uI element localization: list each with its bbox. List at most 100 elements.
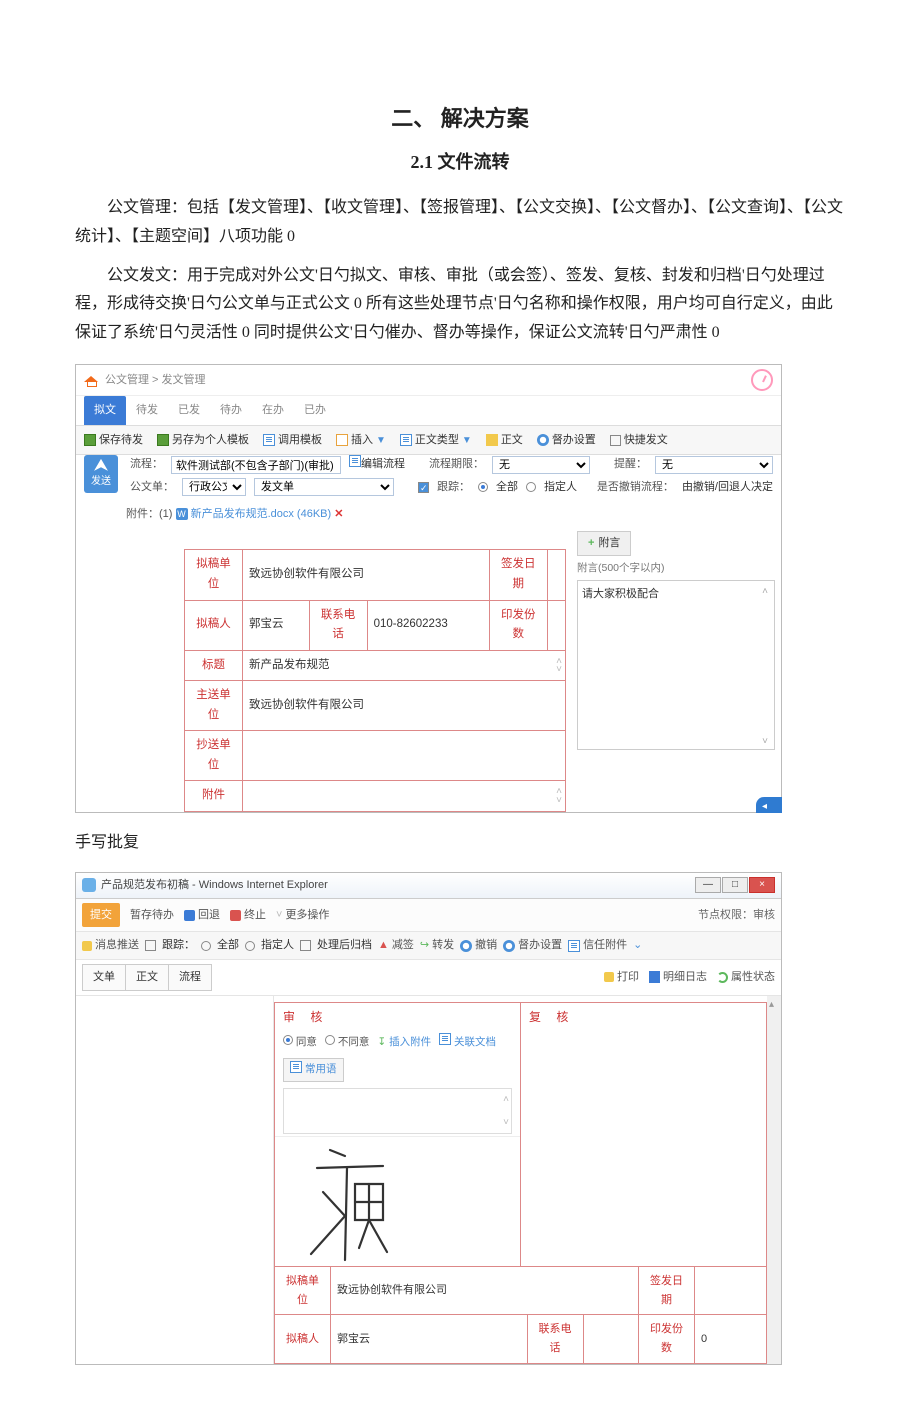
save-wait-button[interactable]: 暂存待办	[130, 906, 174, 925]
transfer-button[interactable]: ↪转发	[420, 936, 454, 955]
tab-doc-sheet[interactable]: 文单	[82, 964, 126, 991]
doc-icon	[439, 1033, 451, 1045]
body-button[interactable]: 正文	[486, 431, 523, 450]
title-label: 标题	[185, 650, 243, 681]
print-button[interactable]: 打印	[604, 968, 639, 987]
expand-toggle-icon[interactable]: ⌄	[633, 936, 642, 955]
body-type-button[interactable]: 正文类型▼	[400, 431, 472, 450]
sound-icon[interactable]	[756, 797, 782, 813]
stop-button[interactable]: 终止	[230, 906, 266, 925]
tab-pending-handle[interactable]: 待办	[210, 396, 252, 425]
home-icon[interactable]	[84, 373, 99, 386]
save-as-template-button[interactable]: 另存为个人模板	[157, 431, 249, 450]
breadcrumb: 公文管理 > 发文管理	[105, 371, 206, 390]
tab-draft[interactable]: 拟文	[84, 396, 126, 425]
copies-cell-2[interactable]: 0	[695, 1315, 767, 1363]
draft-tabs: 拟文 待发 已发 待办 在办 已办	[76, 396, 781, 426]
archive-checkbox[interactable]	[300, 940, 311, 951]
clock-icon[interactable]	[751, 369, 773, 391]
reminder-setting-button-2[interactable]: 督办设置	[503, 936, 562, 955]
copies-cell[interactable]	[547, 600, 565, 650]
audit-title: 审 核	[275, 1003, 520, 1031]
return-button[interactable]: 回退	[184, 906, 220, 925]
track-all-label-2: 全部	[217, 936, 239, 955]
disagree-radio[interactable]	[325, 1035, 335, 1045]
track-checkbox[interactable]: ✓	[418, 482, 429, 493]
drafter-cell[interactable]: 郭宝云	[243, 600, 310, 650]
gear-icon	[503, 940, 515, 952]
track-all-radio[interactable]	[478, 482, 488, 492]
tab-body[interactable]: 正文	[125, 964, 169, 991]
track-spec-radio-2[interactable]	[245, 941, 255, 951]
doc-h2: 2.1 文件流转	[75, 147, 845, 178]
window-min-button[interactable]: —	[695, 877, 721, 893]
att-cell[interactable]: ˄˅	[243, 781, 566, 812]
flow-input[interactable]	[171, 456, 341, 474]
reduce-sign-button[interactable]: ▲减签	[378, 936, 414, 955]
sign-date-cell-2[interactable]	[695, 1266, 767, 1314]
save-draft-button[interactable]: 保存待发	[84, 431, 143, 450]
use-template-button[interactable]: 调用模板	[263, 431, 322, 450]
track-spec-radio[interactable]	[526, 482, 536, 492]
fuyan-hint: 附言(500个字以内)	[577, 560, 775, 578]
sign-date-label: 签发日期	[489, 550, 547, 600]
window-max-button[interactable]: □	[722, 877, 748, 893]
doc-unit-label: 公文单：	[130, 478, 174, 497]
common-phrase-button[interactable]: 常用语	[283, 1058, 344, 1082]
comment-textarea[interactable]: ˄˅	[283, 1088, 512, 1134]
bell-icon	[82, 941, 92, 951]
window-close-button[interactable]: ×	[749, 877, 775, 893]
trust-attachment-button[interactable]: 信任附件	[568, 936, 627, 955]
insert-button[interactable]: 插入▼	[336, 431, 386, 450]
track-label-2: 跟踪：	[162, 936, 195, 955]
insert-attachment-link[interactable]: ↧ 插入附件	[377, 1034, 431, 1052]
tab-done[interactable]: 已办	[294, 396, 336, 425]
title-cell[interactable]: 新产品发布规范˄˅	[243, 650, 566, 681]
submit-button[interactable]: 提交	[82, 903, 120, 928]
doc-type-select[interactable]: 发文单	[254, 478, 394, 496]
cc-cell[interactable]	[243, 731, 566, 781]
sign-date-cell[interactable]	[547, 550, 565, 600]
send-button[interactable]: 发送	[84, 455, 118, 493]
scrollbar[interactable]	[767, 996, 781, 1364]
main-to-cell[interactable]: 致远协创软件有限公司	[243, 681, 566, 731]
phone-cell[interactable]: 010-82602233	[367, 600, 489, 650]
scroll-up-icon[interactable]: ˄	[758, 583, 772, 597]
tab-pending-send[interactable]: 待发	[126, 396, 168, 425]
flow-period-select[interactable]: 无	[492, 456, 590, 474]
fuyan-button[interactable]: +附言	[577, 531, 631, 556]
handwriting-area[interactable]	[275, 1136, 520, 1266]
attachment-delete-button[interactable]: ✕	[334, 508, 343, 520]
agree-radio[interactable]	[283, 1035, 293, 1045]
track-all-radio-2[interactable]	[201, 941, 211, 951]
scroll-down-icon[interactable]: ˅	[758, 733, 772, 747]
track-spec-label: 指定人	[544, 478, 577, 497]
attr-status-button[interactable]: 属性状态	[717, 968, 775, 987]
edit-flow-button[interactable]: 编辑流程	[349, 455, 405, 474]
remind-select[interactable]: 无	[655, 456, 773, 474]
tab-sent[interactable]: 已发	[168, 396, 210, 425]
phone-cell-2[interactable]	[583, 1315, 639, 1363]
cancel-button[interactable]: 撤销	[460, 936, 497, 955]
reminder-setting-button[interactable]: 督办设置	[537, 431, 596, 450]
track-all-label: 全部	[496, 478, 518, 497]
quick-send-checkbox[interactable]: 快捷发文	[610, 431, 668, 450]
log-button[interactable]: 明细日志	[649, 968, 707, 987]
doc-unit-select[interactable]: 行政公文	[182, 478, 246, 496]
paragraph-2: 公文发文：用于完成对外公文'日勺拟文、审核、审批（或会签）、签发、复核、封发和归…	[75, 262, 845, 348]
attachment-link[interactable]: 新产品发布规范.docx (46KB)	[191, 508, 332, 520]
draft-unit-cell[interactable]: 致远协创软件有限公司	[243, 550, 490, 600]
copies-label-2: 印发份数	[639, 1315, 695, 1363]
more-actions-button[interactable]: ˅更多操作	[276, 906, 329, 925]
fuyan-textarea[interactable]: 请大家积极配合 ˄ ˅	[577, 580, 775, 750]
msg-push-button[interactable]: 消息推送	[82, 936, 139, 955]
tab-flow[interactable]: 流程	[168, 964, 212, 991]
draft-unit-cell-2[interactable]: 致远协创软件有限公司	[331, 1266, 639, 1314]
tab-in-progress[interactable]: 在办	[252, 396, 294, 425]
copies-label: 印发份数	[489, 600, 547, 650]
handwriting-signature	[295, 1142, 405, 1262]
related-doc-link[interactable]: 关联文档	[439, 1033, 496, 1052]
doc-icon	[400, 434, 412, 446]
drafter-cell-2[interactable]: 郭宝云	[331, 1315, 528, 1363]
track-checkbox-2[interactable]	[145, 940, 156, 951]
